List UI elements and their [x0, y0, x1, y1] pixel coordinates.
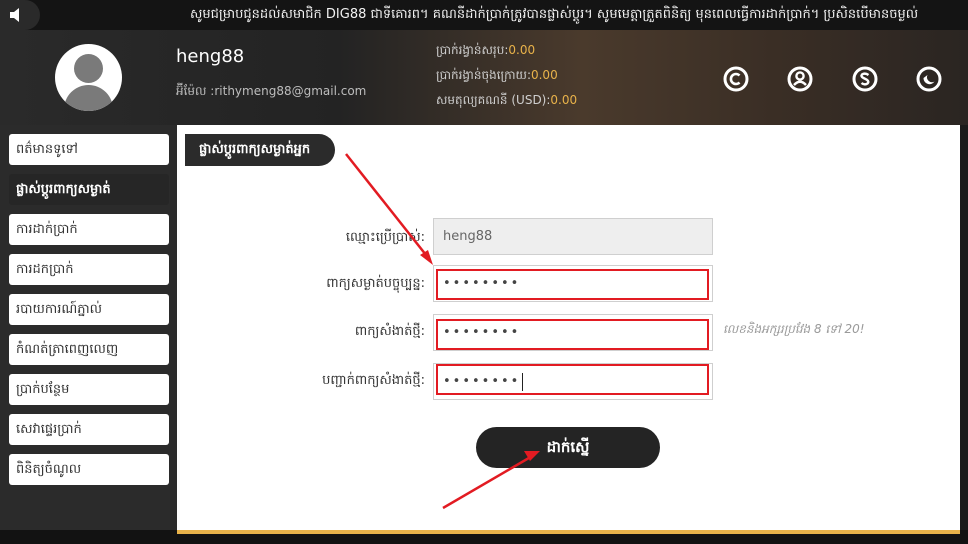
sidebar-item-change-password[interactable]: ផ្លាស់ប្តូរពាក្យសម្ងាត់: [9, 174, 169, 205]
sidebar-item-income-check[interactable]: ពិនិត្យចំណូល: [9, 454, 169, 485]
balance-value: 0.00: [550, 93, 578, 107]
balance-label: សមតុល្យគណនី (USD):: [436, 93, 551, 107]
email-label: អ៊ីម៉ែល: [176, 84, 207, 98]
balance-value: 0.00: [530, 68, 558, 82]
announcement-text: សូមជម្រាបជូនដល់សមាជិក DIG88 ជាទីគោរព។ គណ…: [190, 7, 919, 22]
moon-circle-icon[interactable]: [915, 65, 943, 93]
username-field: heng88: [433, 218, 713, 255]
copyright-circle-icon[interactable]: [722, 65, 750, 93]
password-hint: លេខនិងអក្សរប្រវែង 8 ទៅ 20!: [723, 322, 865, 336]
submit-button[interactable]: ដាក់ស្នើ: [476, 427, 660, 468]
balance-value: 0.00: [508, 43, 536, 57]
speaker-icon: [10, 8, 19, 22]
sidebar-item-bonus[interactable]: ប្រាក់បន្ថែម: [9, 374, 169, 405]
sidebar-item-transfer[interactable]: សេវាផ្ទេរប្រាក់: [9, 414, 169, 445]
balance-label: ប្រាក់រង្វាន់សរុប:: [436, 43, 509, 57]
username-label: ឈ្មោះប្រើប្រាស់:: [345, 230, 425, 245]
user-circle-icon[interactable]: [786, 65, 814, 93]
sidebar-item-deposit[interactable]: ការដាក់ប្រាក់: [9, 214, 169, 245]
balance-row: សមតុល្យគណនី (USD):0.00: [436, 90, 577, 115]
highlight-box: [436, 269, 709, 300]
new-password-label: ពាក្យសំងាត់ថ្មី:: [354, 324, 425, 339]
account-header: heng88 អ៊ីម៉ែល :rithymeng88@gmail.com ប្…: [0, 30, 968, 125]
email-value: :rithymeng88@gmail.com: [210, 84, 367, 98]
main-panel: ផ្លាស់ប្តូរពាក្យសម្ងាត់អ្នក ឈ្មោះប្រើប្រ…: [177, 125, 960, 530]
highlight-box: [436, 319, 709, 350]
speaker-button[interactable]: [0, 0, 40, 30]
dollar-circle-icon[interactable]: [851, 65, 879, 93]
avatar: [55, 44, 122, 111]
page-title: ផ្លាស់ប្តូរពាក្យសម្ងាត់អ្នក: [185, 134, 335, 166]
username-display: heng88: [176, 46, 245, 67]
scrollbar[interactable]: [960, 125, 968, 530]
announcement-bar: សូមជម្រាបជូនដល់សមាជិក DIG88 ជាទីគោរព។ គណ…: [0, 0, 968, 30]
balance-label: ប្រាក់រង្វាន់ចុងក្រោយ:: [436, 68, 531, 82]
sidebar-item-withdraw[interactable]: ការដកប្រាក់: [9, 254, 169, 285]
sidebar: ពត៌មានទូទៅ ផ្លាស់ប្តូរពាក្យសម្ងាត់ ការដា…: [0, 125, 177, 530]
email-row: អ៊ីម៉ែល :rithymeng88@gmail.com: [176, 83, 366, 101]
balance-row: ប្រាក់រង្វាន់ចុងក្រោយ:0.00: [436, 65, 577, 90]
balance-row: ប្រាក់រង្វាន់សរុប:0.00: [436, 40, 577, 65]
confirm-password-label: បញ្ជាក់ពាក្យសំងាត់ថ្មី:: [322, 373, 425, 388]
current-password-label: ពាក្យសម្ងាត់បច្ចុប្បន្ន:: [326, 276, 425, 291]
balance-panel: ប្រាក់រង្វាន់សរុប:0.00 ប្រាក់រង្វាន់ចុងក…: [436, 40, 577, 115]
highlight-box: [436, 364, 709, 395]
sidebar-item-general-info[interactable]: ពត៌មានទូទៅ: [9, 134, 169, 165]
sidebar-item-bet-report[interactable]: របាយការណ៍ភ្នាល់: [9, 294, 169, 325]
footer-bar: [0, 530, 968, 544]
sidebar-item-full-record[interactable]: កំណត់ត្រាពេញលេញ: [9, 334, 169, 365]
